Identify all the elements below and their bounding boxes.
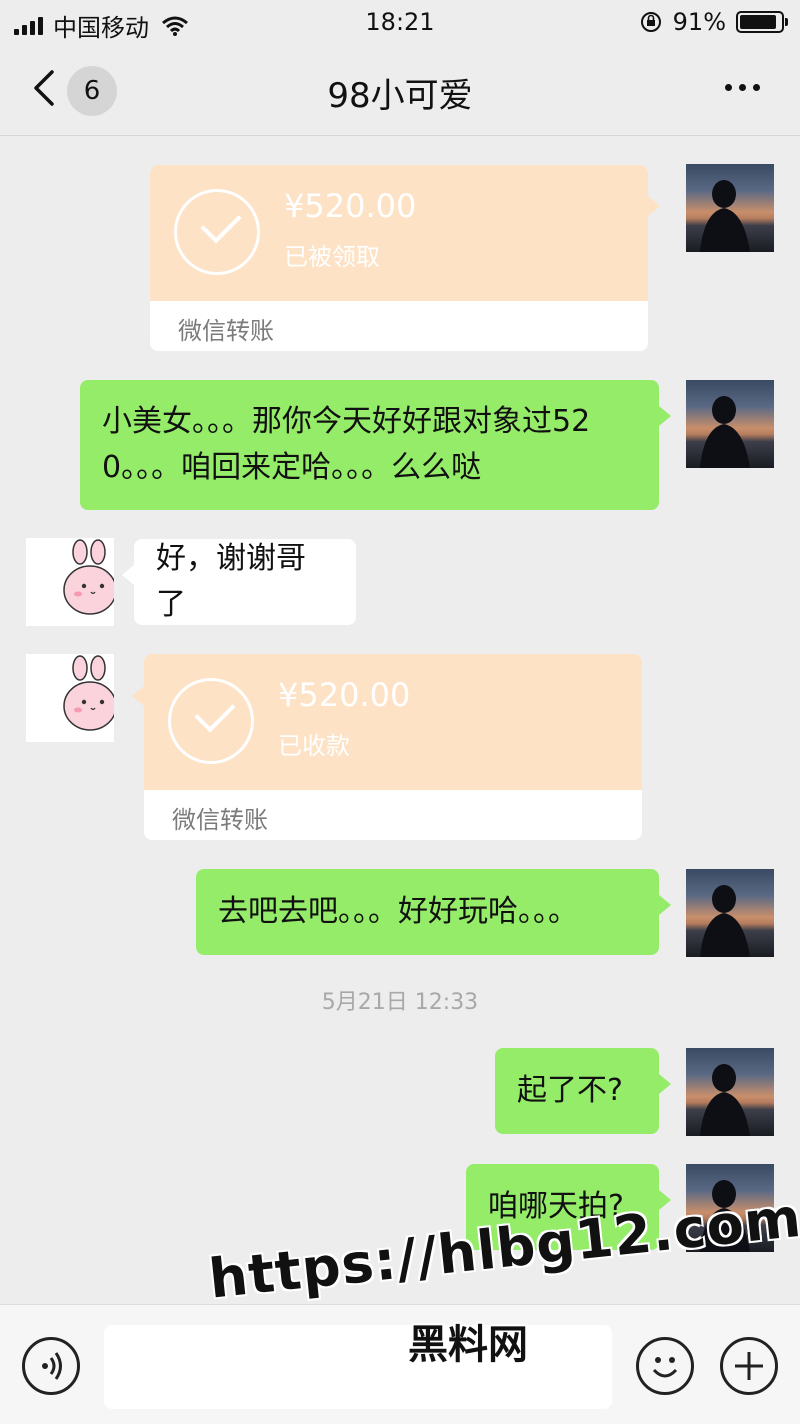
message-input[interactable] xyxy=(104,1325,612,1409)
transfer-label: 微信转账 xyxy=(178,317,274,345)
my-avatar[interactable] xyxy=(686,164,774,252)
check-circle-icon xyxy=(174,189,260,275)
my-avatar[interactable] xyxy=(686,1048,774,1136)
message-bubble-sent[interactable]: 小美女。。。那你今天好好跟对象过520。。。咱回来定哈。。。么么哒 xyxy=(80,380,671,510)
person-silhouette-icon xyxy=(700,180,750,252)
plus-button[interactable] xyxy=(720,1337,778,1395)
message-text: 好，谢谢哥了 xyxy=(156,541,306,622)
dot-icon xyxy=(725,84,732,91)
message-text: 小美女。。。那你今天好好跟对象过520。。。咱回来定哈。。。么么哒 xyxy=(102,404,591,485)
bubble-tail xyxy=(122,565,134,585)
check-circle-icon xyxy=(168,678,254,764)
bunny-avatar-icon xyxy=(63,539,114,615)
transfer-card[interactable]: ¥520.00 已被领取 微信转账 xyxy=(150,165,648,351)
emoji-button[interactable] xyxy=(636,1337,694,1395)
bubble-tail xyxy=(659,406,671,426)
transfer-label: 微信转账 xyxy=(172,806,268,834)
chat-header: 6 98小可爱 xyxy=(0,44,800,136)
transfer-amount: ¥520.00 xyxy=(278,676,411,714)
voice-icon xyxy=(42,1352,62,1380)
message-text: 去吧去吧。。。好好玩哈。。。 xyxy=(218,894,578,929)
chat-timestamp: 5月21日 12:33 xyxy=(321,990,479,1015)
message-bubble-sent[interactable]: 去吧去吧。。。好好玩哈。。。 xyxy=(196,869,671,955)
battery-percent: 91% xyxy=(672,8,726,36)
dot-icon xyxy=(739,84,746,91)
more-options-button[interactable] xyxy=(725,84,760,91)
bubble-tail xyxy=(659,895,671,915)
transfer-card[interactable]: ¥520.00 已收款 微信转账 xyxy=(144,654,642,840)
chat-input-bar xyxy=(0,1304,800,1424)
bubble-tail xyxy=(648,196,660,216)
message-text: 起了不? xyxy=(517,1073,623,1108)
status-bar: 中国移动 18:21 91% xyxy=(0,0,800,44)
emoji-icon xyxy=(652,1357,678,1378)
bubble-tail xyxy=(659,1074,671,1094)
battery-icon xyxy=(736,11,788,33)
my-avatar[interactable] xyxy=(686,380,774,468)
contact-avatar[interactable] xyxy=(26,538,114,626)
transfer-status: 已收款 xyxy=(278,732,350,760)
contact-avatar[interactable] xyxy=(26,654,114,742)
bubble-tail xyxy=(132,686,144,706)
transfer-amount: ¥520.00 xyxy=(284,187,417,225)
dot-icon xyxy=(753,84,760,91)
person-silhouette-icon xyxy=(700,396,750,468)
chat-title: 98小可爱 xyxy=(327,76,473,116)
voice-button[interactable] xyxy=(22,1337,80,1395)
message-bubble-sent[interactable]: 起了不? xyxy=(495,1048,671,1134)
status-right: 91% xyxy=(639,8,788,36)
person-silhouette-icon xyxy=(700,1064,750,1136)
my-avatar[interactable] xyxy=(686,869,774,957)
watermark-name: 黑料网 xyxy=(408,1322,528,1368)
battery-fill xyxy=(740,15,777,29)
person-silhouette-icon xyxy=(700,885,750,957)
bunny-avatar-icon xyxy=(63,655,114,731)
transfer-status: 已被领取 xyxy=(284,243,380,271)
rotation-lock-icon xyxy=(640,12,661,32)
message-bubble-received[interactable]: 好，谢谢哥了 xyxy=(122,539,356,625)
